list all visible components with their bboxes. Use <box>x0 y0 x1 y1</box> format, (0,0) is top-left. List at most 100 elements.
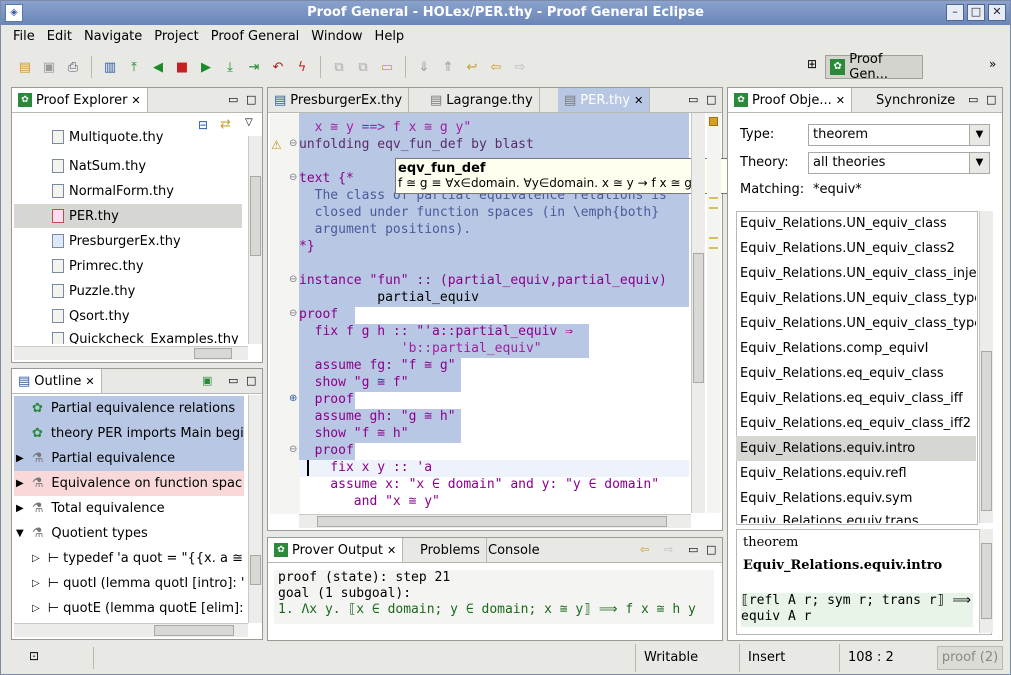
file-item[interactable]: Quickcheck_Examples.thy <box>52 332 248 344</box>
expand-icon[interactable]: ▶ <box>16 453 24 464</box>
code-line[interactable]: proof <box>299 391 354 408</box>
warning-icon[interactable]: ⚠ <box>271 138 282 152</box>
menu-file[interactable]: File <box>7 29 41 44</box>
list-item[interactable]: Equiv_Relations.eq_equiv_class_iff <box>736 386 976 411</box>
list-item[interactable]: Equiv_Relations.UN_equiv_class <box>736 211 976 236</box>
list-item[interactable]: Equiv_Relations.eq_equiv_class_iff2 <box>736 411 976 436</box>
maximize-icon[interactable]: □ <box>246 374 256 387</box>
list-item[interactable]: Equiv_Relations.equiv.trans <box>736 511 976 523</box>
status-proof[interactable]: proof (2) <box>937 646 1003 670</box>
expand-icon[interactable]: ▷ <box>32 578 40 589</box>
goto-top-icon[interactable]: ⤒ <box>124 57 144 77</box>
open-type-icon[interactable]: ⧉ <box>329 57 349 77</box>
menu-help[interactable]: Help <box>369 29 411 44</box>
file-item[interactable]: PresburgerEx.thy <box>52 229 248 253</box>
fold-icon[interactable]: ⊖ <box>289 308 297 319</box>
maximize-icon[interactable]: □ <box>246 93 256 106</box>
annotation-marker[interactable] <box>709 237 718 249</box>
outline-item[interactable]: ▶ ⚗ Total equivalence <box>16 496 244 521</box>
tab-lagrange[interactable]: ▤ Lagrange.thy <box>424 88 540 112</box>
code-line[interactable]: 'b::partial_equiv" <box>299 340 542 357</box>
list-item[interactable]: Equiv_Relations.UN_equiv_class_type <box>736 286 976 311</box>
type-select[interactable]: theorem ▼ <box>808 124 990 146</box>
close-icon[interactable]: ✕ <box>85 375 94 388</box>
code-line[interactable]: x ≅ y ==> f x ≅ g y" <box>299 119 472 136</box>
expand-icon[interactable]: ▷ <box>32 603 40 614</box>
list-item[interactable]: Equiv_Relations.equiv.sym <box>736 486 976 511</box>
prev-annotation-icon[interactable]: ⇑ <box>438 57 458 77</box>
list-item[interactable]: Equiv_Relations.comp_equivI <box>736 336 976 361</box>
list-item-selected[interactable]: Equiv_Relations.equiv.intro <box>736 436 976 461</box>
more-perspectives-icon[interactable]: » <box>989 57 996 71</box>
code-line[interactable]: and "x ≅ y" <box>299 493 440 510</box>
next-annotation-icon[interactable]: ⇓ <box>414 57 434 77</box>
menu-window[interactable]: Window <box>305 29 368 44</box>
terminal-icon[interactable]: ▣ <box>202 374 212 387</box>
vertical-scrollbar[interactable] <box>248 395 262 623</box>
annotation-marker[interactable] <box>709 197 718 209</box>
new-icon[interactable]: ▤ <box>15 57 35 77</box>
file-item[interactable]: Puzzle.thy <box>52 279 248 303</box>
matching-input[interactable]: *equiv* <box>808 179 986 201</box>
horizontal-scrollbar[interactable] <box>14 623 248 637</box>
outline-item[interactable]: ▷ ⊢ quotI (lemma quotI [intro]: ' <box>32 571 244 596</box>
tab-synchronize[interactable]: Synchronize <box>870 88 961 112</box>
file-item[interactable]: Primrec.thy <box>52 254 248 278</box>
interrupt-icon[interactable]: ϟ <box>292 57 312 77</box>
close-icon[interactable]: ✕ <box>836 94 845 107</box>
theory-select[interactable]: all theories ▼ <box>808 152 990 174</box>
tab-prover-output[interactable]: ✿ Prover Output ✕ <box>268 538 404 562</box>
restart-icon[interactable]: ↶ <box>268 57 288 77</box>
minimize-icon[interactable]: ▭ <box>968 93 978 106</box>
outline-item[interactable]: ▼ ⚗ Quotient types <box>16 521 244 546</box>
tab-presburgerex[interactable]: ▤ PresburgerEx.thy <box>268 88 410 112</box>
code-line[interactable]: proof <box>299 306 338 323</box>
outline-item[interactable]: ✿ Partial equivalence relations <box>32 396 244 421</box>
file-item-selected[interactable]: PER.thy <box>14 204 242 228</box>
tab-proof-explorer[interactable]: ✿ Proof Explorer ✕ <box>12 88 148 112</box>
chevron-down-icon[interactable]: ▼ <box>969 153 989 173</box>
menu-edit[interactable]: Edit <box>41 29 78 44</box>
vertical-scrollbar[interactable] <box>979 211 993 523</box>
outline-item[interactable]: ▷ ⊢ typedef 'a quot = "{{x. a ≅ <box>32 546 244 571</box>
fold-icon[interactable]: ⊖ <box>289 138 297 149</box>
code-line[interactable]: closed under function spaces (in \emph{b… <box>299 204 659 221</box>
next-step-icon[interactable]: ▶ <box>196 57 216 77</box>
forward-icon[interactable]: ⇨ <box>664 543 673 556</box>
maximize-button[interactable]: □ <box>967 4 985 21</box>
chevron-down-icon[interactable]: ▼ <box>969 125 989 145</box>
goto-cursor-icon[interactable]: ⇥ <box>244 57 264 77</box>
folder-icon[interactable]: ▭ <box>377 57 397 77</box>
view-menu-icon[interactable]: ▽ <box>245 117 253 128</box>
code-line[interactable]: *} <box>299 238 315 255</box>
close-icon[interactable]: ✕ <box>387 544 396 557</box>
code-line[interactable]: assume gh: "g ≅ h" <box>299 408 456 425</box>
minimize-icon[interactable]: ▭ <box>688 543 698 556</box>
undo-step-icon[interactable]: ◀ <box>148 57 168 77</box>
vertical-scrollbar[interactable] <box>979 529 993 633</box>
code-line[interactable]: assume x: "x ∈ domain" and y: "y ∈ domai… <box>299 476 659 493</box>
menu-proof-general[interactable]: Proof General <box>205 29 306 44</box>
list-item[interactable]: Equiv_Relations.UN_equiv_class_type2 <box>736 311 976 336</box>
code-line[interactable]: show "g ≅ f" <box>299 374 409 391</box>
list-item[interactable]: Equiv_Relations.eq_equiv_class <box>736 361 976 386</box>
fast-view-icon[interactable]: ⊡ <box>29 649 39 663</box>
horizontal-scrollbar[interactable] <box>14 346 248 360</box>
code-line[interactable]: proof <box>299 442 354 459</box>
code-line[interactable]: partial_equiv <box>299 289 479 306</box>
annotation-marker[interactable] <box>709 117 718 126</box>
maximize-icon[interactable]: □ <box>706 93 716 106</box>
vertical-scrollbar[interactable] <box>691 113 705 513</box>
minimize-icon[interactable]: ▭ <box>228 374 238 387</box>
goto-bottom-icon[interactable]: ⤓ <box>220 57 240 77</box>
horizontal-scrollbar[interactable] <box>299 514 691 528</box>
perspective-proof-general[interactable]: ✿ Proof Gen... <box>825 52 923 82</box>
fold-icon[interactable]: ⊖ <box>289 172 297 183</box>
code-line[interactable]: fix f g h :: "'a::partial_equiv ⇒ <box>299 323 573 340</box>
list-item[interactable]: Equiv_Relations.UN_equiv_class_inject <box>736 261 976 286</box>
open-resource-icon[interactable]: ⧉ <box>353 57 373 77</box>
file-item[interactable]: Qsort.thy <box>52 304 248 328</box>
list-item[interactable]: Equiv_Relations.equiv.refl <box>736 461 976 486</box>
outline-item-error[interactable]: ▶ ⚗ Equivalence on function spac <box>14 471 244 496</box>
app-icon[interactable]: ◈ <box>5 4 23 22</box>
